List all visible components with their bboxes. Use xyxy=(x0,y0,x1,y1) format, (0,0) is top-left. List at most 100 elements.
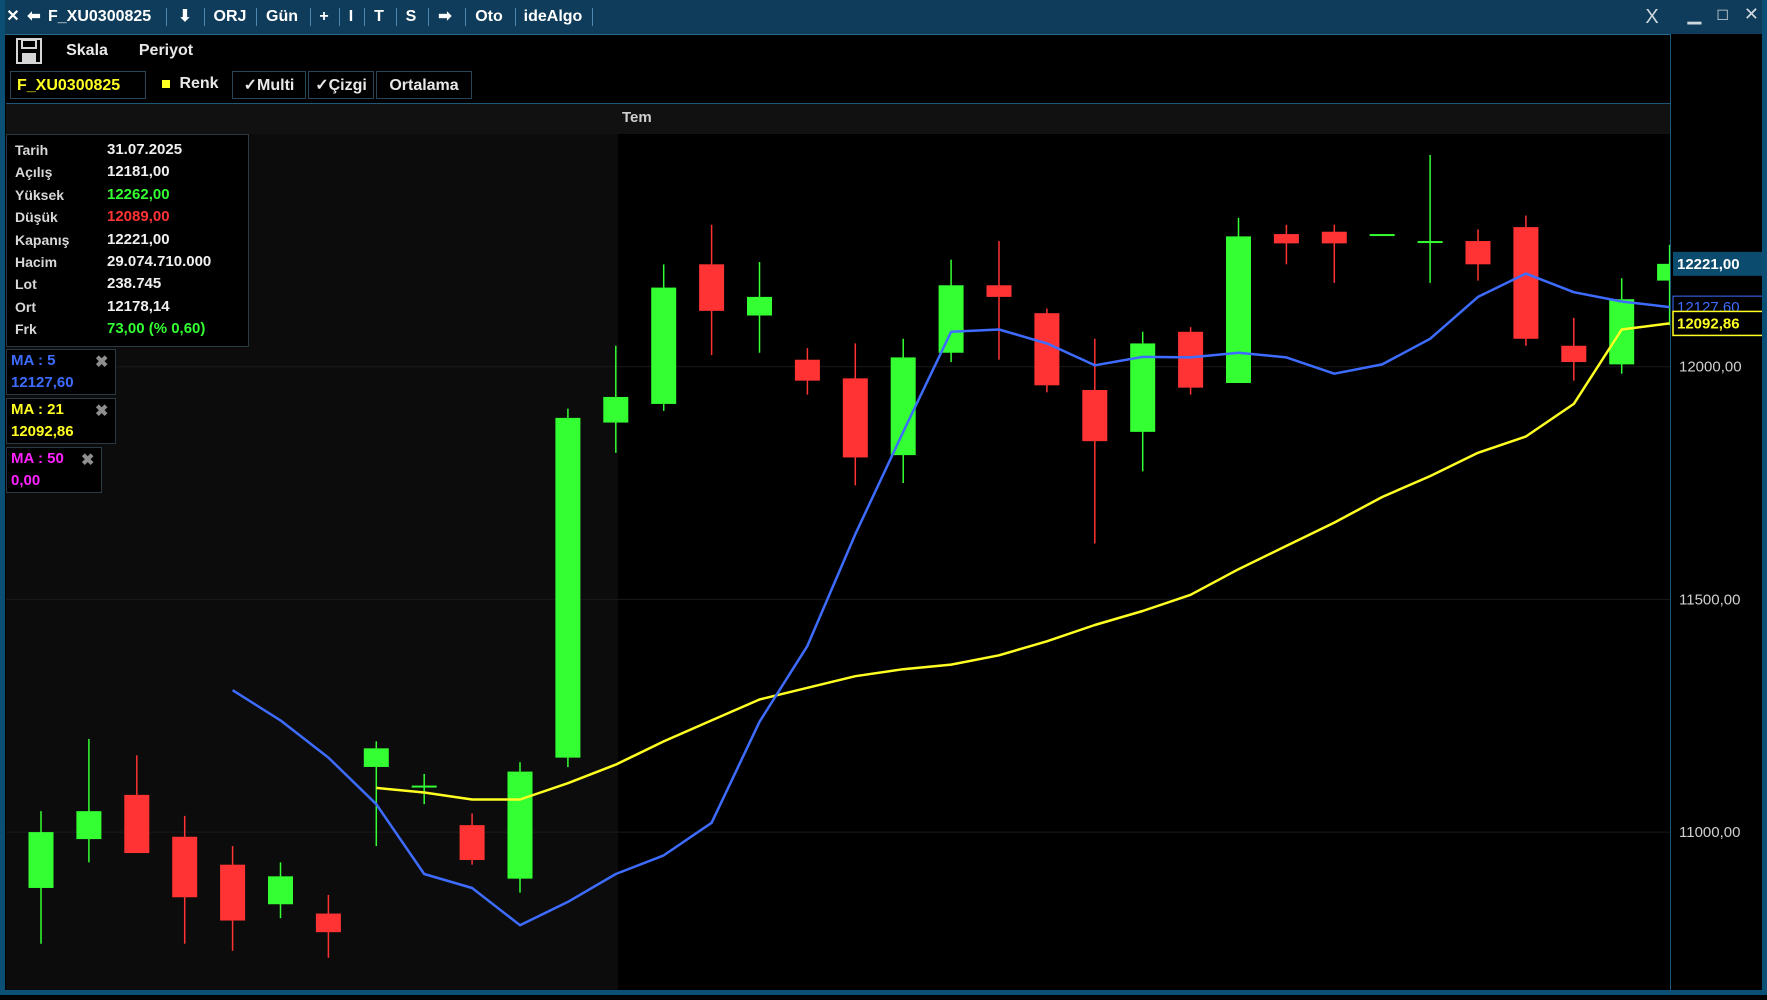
candle-body xyxy=(986,285,1012,297)
candle-body xyxy=(1465,241,1491,265)
maximize-icon[interactable]: ☐ xyxy=(1716,7,1729,23)
info-label: Kapanış xyxy=(15,231,70,248)
last-price-label: 12221,00 xyxy=(1677,256,1740,273)
candle-body xyxy=(603,396,629,423)
info-value: 12178,14 xyxy=(107,297,170,315)
ma21-legend-label: MA : 21 xyxy=(11,401,64,418)
ma5-legend: MA : 5 ✖ 12127,60 xyxy=(6,349,116,395)
color-swatch-icon xyxy=(162,80,170,88)
candle-body xyxy=(651,287,677,404)
ma50-legend-value: 0,00 xyxy=(11,472,41,489)
plus-button[interactable]: + xyxy=(314,5,334,29)
ma5-remove-icon[interactable]: ✖ xyxy=(95,352,108,372)
idealgo-button[interactable]: ideAlgo xyxy=(519,5,587,29)
orj-button[interactable]: ORJ xyxy=(208,5,252,29)
candle-body xyxy=(938,285,964,353)
i-button[interactable]: I xyxy=(343,5,359,29)
oto-button[interactable]: Oto xyxy=(469,5,509,29)
color-button[interactable]: Renk xyxy=(170,70,228,98)
info-panel: Tarih 31.07.2025 Açılış 12181,00 Yüksek 12262… xyxy=(6,134,249,347)
symbol-title[interactable]: F_XU0300825 xyxy=(48,5,160,29)
ma5-legend-label: MA : 5 xyxy=(11,352,56,369)
candle-body xyxy=(1321,231,1347,244)
info-value: 12089,00 xyxy=(107,208,170,226)
candle-body xyxy=(1226,236,1251,383)
chart-window: ✕ ⬅ F_XU0300825 ⬇ ORJ Gün + I T S ➡ Oto … xyxy=(0,0,1767,995)
period-gun-button[interactable]: Gün xyxy=(260,5,304,29)
candle-body xyxy=(507,771,533,879)
minimize-icon[interactable]: ▁ xyxy=(1687,4,1701,24)
candle-body xyxy=(459,825,485,861)
candle-body xyxy=(124,794,150,854)
save-icon[interactable] xyxy=(16,38,42,64)
info-value: 29.074.710.000 xyxy=(107,253,212,270)
info-label: Düşük xyxy=(15,209,58,226)
info-label: Hacim xyxy=(15,254,58,270)
candle-body xyxy=(1273,234,1299,244)
arrow-right-icon[interactable]: ➡ xyxy=(432,5,458,29)
window-titlebar: ✕ ⬅ F_XU0300825 ⬇ ORJ Gün + I T S ➡ Oto … xyxy=(0,0,1767,35)
ma21-remove-icon[interactable]: ✖ xyxy=(95,401,108,421)
time-axis: Tem xyxy=(6,103,1670,135)
candle-body xyxy=(1513,227,1539,339)
ma50-remove-icon[interactable]: ✖ xyxy=(81,450,94,470)
info-value: 12181,00 xyxy=(107,163,170,181)
price-axis: 12000,00 11500,00 11000,00 12127,60 12092,86… xyxy=(1670,34,1767,995)
info-label: Tarih xyxy=(15,142,49,158)
s-button[interactable]: S xyxy=(400,5,422,29)
candle-body xyxy=(268,876,293,905)
candle-body xyxy=(1417,241,1443,244)
candle-body xyxy=(411,785,437,788)
ma50-legend-label: MA : 50 xyxy=(11,450,64,467)
candle-body xyxy=(699,264,725,311)
close-icon[interactable]: ✕ xyxy=(1744,4,1759,24)
candle-body xyxy=(1369,234,1395,237)
candle-body xyxy=(315,913,341,933)
info-value: 238.745 xyxy=(107,275,162,293)
info-label: Lot xyxy=(15,276,37,293)
price-tick-label: 11500,00 xyxy=(1679,591,1740,608)
candle-body xyxy=(890,357,916,456)
candle-body xyxy=(76,811,102,840)
candle-body xyxy=(172,836,198,898)
toolbar-top: Skala Periyot xyxy=(6,35,1670,67)
ma50-legend: MA : 50 ✖ 0,00 xyxy=(6,447,102,493)
info-label: Frk xyxy=(15,321,37,338)
candle-body xyxy=(28,832,54,888)
price-tick-label: 11000,00 xyxy=(1679,824,1740,841)
window-controls: ▁ ☐ ✕ xyxy=(1687,4,1759,28)
info-value: 12221,00 xyxy=(107,230,170,248)
average-button[interactable]: Ortalama xyxy=(376,71,472,99)
price-axis-svg: 12000,0011500,0011000,0012127,6012092,86… xyxy=(1672,251,1766,841)
candle-body xyxy=(555,417,581,758)
ma21-legend: MA : 21 ✖ 12092,86 xyxy=(6,398,116,444)
info-value: 73,00 (% 0,60) xyxy=(107,320,206,338)
candle-body xyxy=(363,748,389,767)
candle-body xyxy=(842,378,868,458)
line-toggle[interactable]: ✓Çizgi xyxy=(308,71,374,99)
candle-body xyxy=(1082,389,1108,442)
info-value: 12262,00 xyxy=(107,185,170,203)
toolbar-bottom: F_XU0300825 Renk ✓Multi ✓Çizgi Ortalama xyxy=(6,68,1670,102)
candle-body xyxy=(1561,345,1587,363)
candle-body xyxy=(1178,331,1204,388)
month-label: Tem xyxy=(622,109,652,126)
multi-toggle[interactable]: ✓Multi xyxy=(232,71,306,99)
candle-body xyxy=(1034,313,1060,386)
period-button[interactable]: Periyot xyxy=(124,37,208,65)
candle-body xyxy=(794,359,820,381)
symbol-field[interactable]: F_XU0300825 xyxy=(10,71,146,99)
candle-body xyxy=(220,864,246,921)
info-label: Açılış xyxy=(15,164,53,181)
scale-button[interactable]: Skala xyxy=(52,37,122,65)
close-window-icon[interactable]: ✕ xyxy=(4,5,22,29)
arrow-left-icon[interactable]: ⬅ xyxy=(24,5,44,29)
ma5-legend-value: 12127,60 xyxy=(11,374,74,391)
info-label: Ort xyxy=(15,298,36,315)
download-arrow-icon[interactable]: ⬇ xyxy=(172,5,198,29)
close-x-button[interactable]: X xyxy=(1640,5,1664,29)
price-tick-label: 12000,00 xyxy=(1679,359,1742,376)
t-button[interactable]: T xyxy=(368,5,390,29)
info-label: Yüksek xyxy=(15,186,65,203)
candle-body xyxy=(1657,263,1683,281)
